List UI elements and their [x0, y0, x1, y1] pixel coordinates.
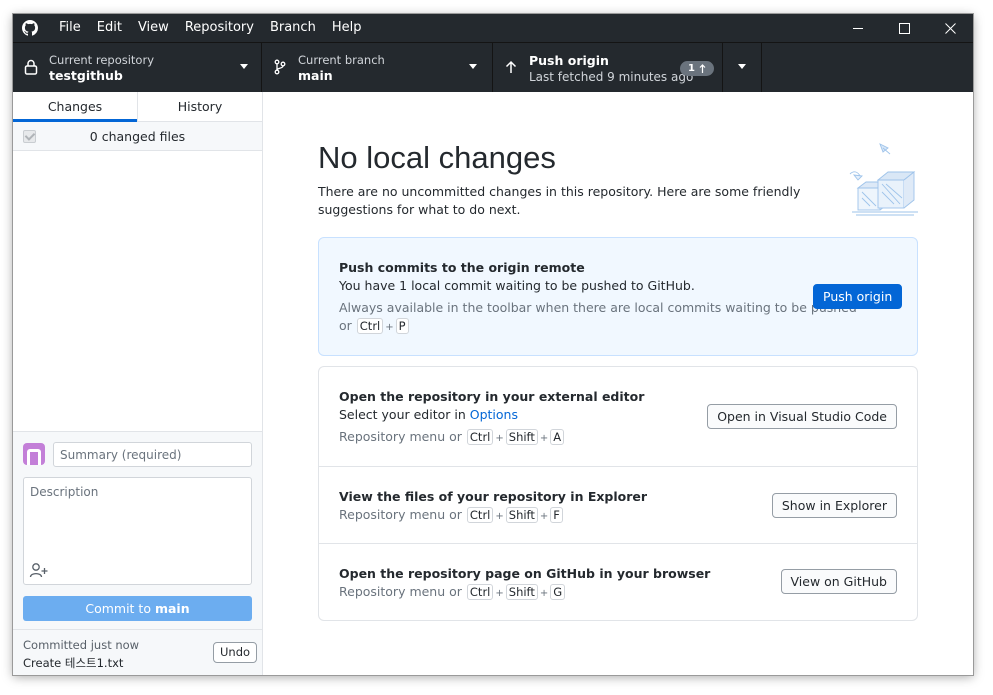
summary-input[interactable]: [53, 442, 252, 467]
editor-shortcut: Repository menu or Ctrl + Shift + A: [339, 428, 565, 448]
close-button[interactable]: [927, 14, 973, 42]
push-row: Push commits to the origin remote You ha…: [319, 238, 917, 355]
github-shortcut: Repository menu or Ctrl + Shift + G: [339, 583, 566, 603]
editor-hint: Repository menu or: [339, 429, 462, 444]
push-card-hint: Always available in the toolbar when the…: [339, 300, 857, 315]
arrow-up-icon: [505, 60, 517, 73]
explorer-title: View the files of your repository in Exp…: [339, 489, 648, 504]
last-commit-time: Committed just now: [23, 638, 140, 652]
key-ctrl: Ctrl: [466, 584, 494, 600]
menu-view[interactable]: View: [130, 14, 177, 42]
toolbar: Current repository testgithub Current br…: [13, 42, 973, 92]
open-in-editor-button[interactable]: Open in Visual Studio Code: [707, 404, 897, 429]
menu-help[interactable]: Help: [324, 14, 370, 42]
caret-down-icon: [469, 64, 477, 69]
push-origin-card-button[interactable]: Push origin: [813, 284, 903, 309]
push-title: Push origin: [529, 53, 609, 68]
key-f: F: [550, 507, 563, 523]
key-p: P: [395, 318, 409, 334]
explorer-shortcut: Repository menu or Ctrl + Shift + F: [339, 506, 564, 526]
key-ctrl: Ctrl: [466, 429, 494, 445]
show-in-explorer-button[interactable]: Show in Explorer: [771, 493, 897, 518]
key-a: A: [550, 429, 565, 445]
branch-label: Current branch: [298, 53, 385, 67]
tab-changes[interactable]: Changes: [13, 92, 137, 122]
menu-edit[interactable]: Edit: [89, 14, 130, 42]
key-shift: Shift: [505, 584, 538, 600]
github-title: Open the repository page on GitHub in yo…: [339, 566, 711, 581]
minimize-icon: [852, 27, 863, 29]
repo-name: testgithub: [49, 68, 123, 83]
editor-title: Open the repository in your external edi…: [339, 389, 645, 404]
last-commit-panel: Committed just now Create 테스트1.txt Undo: [13, 629, 262, 675]
sidebar-tabs: Changes History: [13, 92, 262, 122]
push-card-shortcut: or Ctrl + P: [339, 317, 410, 337]
changes-header: 0 changed files: [13, 122, 262, 151]
caret-down-icon: [738, 64, 746, 69]
editor-subtitle-text: Select your editor in: [339, 407, 470, 422]
menu-repository[interactable]: Repository: [177, 14, 262, 42]
github-row: Open the repository page on GitHub in yo…: [319, 544, 917, 620]
repo-label: Current repository: [49, 53, 154, 67]
undo-button[interactable]: Undo: [213, 642, 258, 663]
push-last-fetched: Last fetched 9 minutes ago: [529, 70, 694, 84]
github-hint: Repository menu or: [339, 584, 462, 599]
add-coauthor-icon[interactable]: [29, 562, 49, 578]
suggestions-card: Open the repository in your external edi…: [318, 366, 918, 621]
key-ctrl: Ctrl: [466, 507, 494, 523]
tab-history[interactable]: History: [137, 92, 262, 121]
page-title: No local changes: [318, 140, 556, 175]
avatar: [23, 443, 45, 465]
key-shift: Shift: [505, 429, 538, 445]
push-card-title: Push commits to the origin remote: [339, 260, 585, 275]
commit-form: Commit to main: [13, 431, 262, 629]
branch-icon: [274, 59, 286, 75]
push-suggestion-card: Push commits to the origin remote You ha…: [318, 237, 918, 356]
sidebar: Changes History 0 changed files Commit t…: [13, 92, 263, 675]
explorer-row: View the files of your repository in Exp…: [319, 467, 917, 544]
menu-branch[interactable]: Branch: [262, 14, 324, 42]
minimize-button[interactable]: [835, 14, 881, 42]
menu-file[interactable]: File: [51, 14, 89, 42]
push-card-hint-or: or: [339, 318, 352, 333]
empty-boxes-illustration: [849, 143, 918, 216]
github-logo-icon: [22, 20, 38, 36]
editor-subtitle: Select your editor in Options: [339, 407, 518, 422]
main-content: No local changes There are no uncommitte…: [263, 92, 973, 675]
title-bar: File Edit View Repository Branch Help: [13, 14, 973, 42]
push-count-badge: 1: [680, 61, 714, 76]
arrow-up-icon: [699, 64, 706, 73]
commit-button[interactable]: Commit to main: [23, 596, 252, 621]
maximize-icon: [898, 22, 910, 34]
commit-button-branch: main: [154, 601, 190, 616]
last-commit-message: Create 테스트1.txt: [23, 656, 124, 670]
changed-files-count: 0 changed files: [89, 129, 186, 144]
push-dropdown-button[interactable]: [723, 43, 762, 92]
push-origin-button[interactable]: Push origin Last fetched 9 minutes ago 1: [493, 43, 723, 92]
key-ctrl: Ctrl: [356, 318, 384, 334]
close-icon: [944, 22, 956, 34]
push-count: 1: [688, 63, 695, 74]
menu-bar: File Edit View Repository Branch Help: [51, 14, 369, 42]
app-window: File Edit View Repository Branch Help Cu…: [13, 14, 973, 675]
push-card-subtitle: You have 1 local commit waiting to be pu…: [339, 278, 695, 293]
key-g: G: [550, 584, 566, 600]
current-repository-button[interactable]: Current repository testgithub: [13, 43, 262, 92]
caret-down-icon: [240, 64, 248, 69]
commit-button-prefix: Commit to: [85, 601, 155, 616]
lock-icon: [24, 59, 38, 75]
options-link[interactable]: Options: [470, 407, 518, 422]
branch-name: main: [298, 68, 333, 83]
view-on-github-button[interactable]: View on GitHub: [780, 569, 897, 594]
description-field[interactable]: [23, 477, 252, 585]
key-shift: Shift: [505, 507, 538, 523]
current-branch-button[interactable]: Current branch main: [262, 43, 493, 92]
explorer-hint: Repository menu or: [339, 507, 462, 522]
description-input[interactable]: [24, 478, 251, 558]
window-controls: [835, 14, 973, 42]
maximize-button[interactable]: [881, 14, 927, 42]
editor-row: Open the repository in your external edi…: [319, 367, 917, 467]
intro-text: There are no uncommitted changes in this…: [318, 184, 801, 217]
